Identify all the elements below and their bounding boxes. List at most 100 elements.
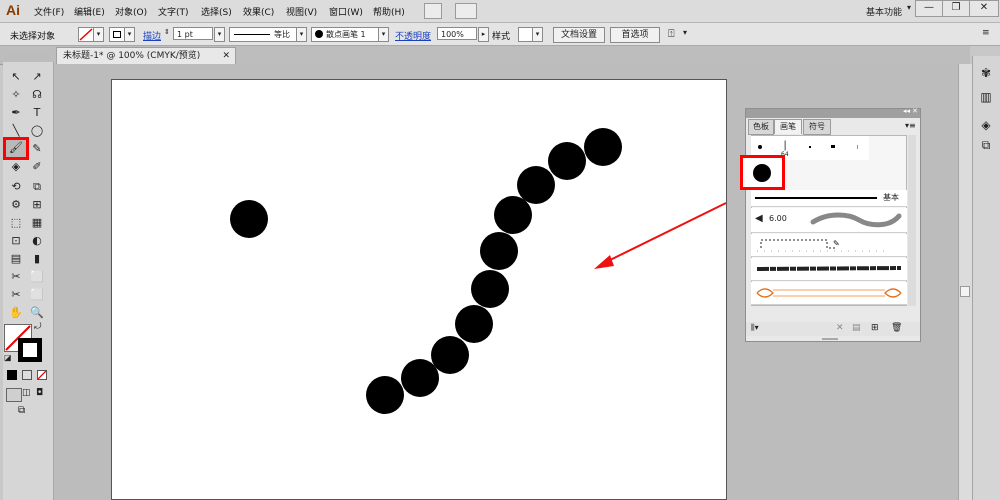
preferences-button[interactable]: 首选项 [610,27,660,43]
stroke-dropdown[interactable]: ▾ [124,27,135,42]
free-transform-tool-icon[interactable]: ⊞ [28,197,46,213]
document-setup-button[interactable]: 文档设置 [553,27,605,43]
style-swatch[interactable] [518,27,533,42]
opacity-dropdown[interactable]: ▸ [478,27,489,42]
fill-swatch[interactable] [78,27,94,42]
menu-object[interactable]: 对象(O) [115,5,147,18]
panel-resize-grip[interactable] [822,338,838,340]
selection-tool-icon[interactable]: ↖ [7,69,25,85]
blob-brush-tool-icon[interactable]: ◈ [7,159,25,175]
brush-list-scrollbar[interactable] [908,135,916,306]
ellipse-tool-icon[interactable]: ◯ [28,123,46,139]
menu-effect[interactable]: 效果(C) [243,5,274,18]
scale-tool-icon[interactable]: ⧉ [28,179,46,195]
none-mode-icon[interactable] [37,370,47,380]
draw-behind-icon[interactable]: ◫ [22,388,34,400]
opacity-label-link[interactable]: 不透明度 [395,29,431,42]
scatter-brush-dot[interactable] [517,166,555,204]
tab-swatches[interactable]: 色板 [748,119,774,135]
eraser-tool-icon[interactable]: ✐ [28,159,46,175]
calligraphic-brush-row[interactable]: ◀ 6.00 [751,208,907,233]
menu-edit[interactable]: 编辑(E) [74,5,105,18]
rotate-tool-icon[interactable]: ⟲ [7,179,25,195]
brush-library-icon[interactable]: ⫼▾ [751,323,759,333]
menu-help[interactable]: 帮助(H) [373,5,405,18]
layers-panel-icon[interactable]: ◈ [977,116,995,134]
scatter-brush-dot[interactable] [548,142,586,180]
new-brush-icon[interactable]: ⊞ [871,323,879,333]
align-options-icon[interactable]: ⍐ [668,27,675,41]
arrange-documents-icon[interactable] [455,3,477,19]
stroke-weight-stepper[interactable]: ⇕ [164,28,170,36]
menu-type[interactable]: 文字(T) [158,5,189,18]
minimize-button[interactable]: — [915,0,943,17]
opacity-input[interactable]: 100% [437,27,477,40]
screen-mode-icon[interactable]: ⧉ [18,405,34,417]
panel-menu-icon[interactable]: ▾≡ [905,121,916,130]
zoom-tool-icon[interactable]: 🔍 [28,305,46,321]
maximize-button[interactable]: ❐ [942,0,970,17]
color-mode-icon[interactable] [7,370,17,380]
bridge-icon[interactable] [424,3,442,19]
delete-brush-icon[interactable]: 🗑 [891,323,902,333]
symbol-sprayer-tool-icon[interactable]: ✂ [7,269,25,285]
decorative-brush-row[interactable] [751,282,907,305]
artboards-panel-icon[interactable]: ⧉ [977,136,995,154]
draw-normal-icon[interactable] [6,388,22,402]
document-tab[interactable]: 未标题-1* @ 100% (CMYK/预览) ✕ [56,47,236,64]
brush-definition[interactable]: 散点画笔 1 [311,27,379,42]
tools-panel-grip[interactable] [5,54,49,60]
brush-dropdown[interactable]: ▾ [378,27,389,42]
close-tab-icon[interactable]: ✕ [222,48,230,65]
color-panel-icon[interactable]: ✾ [977,64,995,82]
stroke-color-box[interactable] [18,338,42,362]
artboard[interactable] [111,79,727,500]
type-tool-icon[interactable]: T [28,105,46,121]
hand-tool-icon[interactable]: ✋ [7,305,25,321]
workspace-switcher[interactable]: 基本功能 [866,5,902,18]
artboard-tool-icon[interactable]: ✂ [7,287,25,303]
chevron-down-icon[interactable]: ▾ [907,3,911,12]
pencil-tool-icon[interactable]: ✎ [28,141,46,157]
scatter-brush-dot[interactable] [366,376,404,414]
paintbrush-tool-highlight[interactable]: 🖌 [3,137,29,160]
tab-brushes[interactable]: 画笔 [774,119,802,134]
variable-width-profile[interactable]: 等比 [229,27,297,42]
menu-window[interactable]: 窗口(W) [329,5,363,18]
direct-selection-tool-icon[interactable]: ↗ [28,69,46,85]
brush-thumb-small[interactable] [809,146,811,148]
charcoal-brush-row[interactable] [751,258,907,281]
scatter-brush-dot[interactable] [471,270,509,308]
fill-dropdown[interactable]: ▾ [93,27,104,42]
magic-wand-tool-icon[interactable]: ✧ [7,87,25,103]
pen-tool-icon[interactable]: ✒ [7,105,25,121]
vertical-scrollbar[interactable] [958,64,972,500]
stroke-weight-dropdown[interactable]: ▾ [214,27,225,42]
shape-builder-tool-icon[interactable]: ⬚ [7,215,25,231]
basic-brush-row[interactable]: 基本 [751,190,907,207]
scatter-brush-dot[interactable] [480,232,518,270]
close-button[interactable]: ✕ [969,0,999,17]
brush-thumb-thin[interactable] [857,145,858,149]
graph-tool-icon[interactable]: ⬜ [28,269,46,285]
brush-options-icon[interactable]: ▤ [852,323,861,333]
stroke-label-link[interactable]: 描边 [143,29,161,42]
mesh-tool-icon[interactable]: ⊡ [7,233,25,249]
panel-title-bar[interactable]: ◂◂ ✕ [746,107,920,118]
warp-tool-icon[interactable]: ⚙ [7,197,25,213]
gradient-mode-icon[interactable] [22,370,32,380]
scatter-brush-dot[interactable] [431,336,469,374]
style-dropdown[interactable]: ▾ [532,27,543,42]
scatter-brush-highlight[interactable] [740,155,785,190]
tab-symbols[interactable]: 符号 [803,119,831,135]
menu-file[interactable]: 文件(F) [34,5,64,18]
collapse-panel-icon[interactable]: ◂◂ [903,107,910,115]
blend-tool-icon[interactable]: ▮ [28,251,46,267]
chevron-down-icon[interactable]: ▾ [683,28,687,37]
menu-view[interactable]: 视图(V) [286,5,317,18]
lasso-tool-icon[interactable]: ☊ [28,87,46,103]
stroke-swatch[interactable] [109,27,125,42]
live-paint-tool-icon[interactable]: ▦ [28,215,46,231]
art-brush-dashed-row[interactable]: ✎ [751,234,907,257]
profile-dropdown[interactable]: ▾ [296,27,307,42]
